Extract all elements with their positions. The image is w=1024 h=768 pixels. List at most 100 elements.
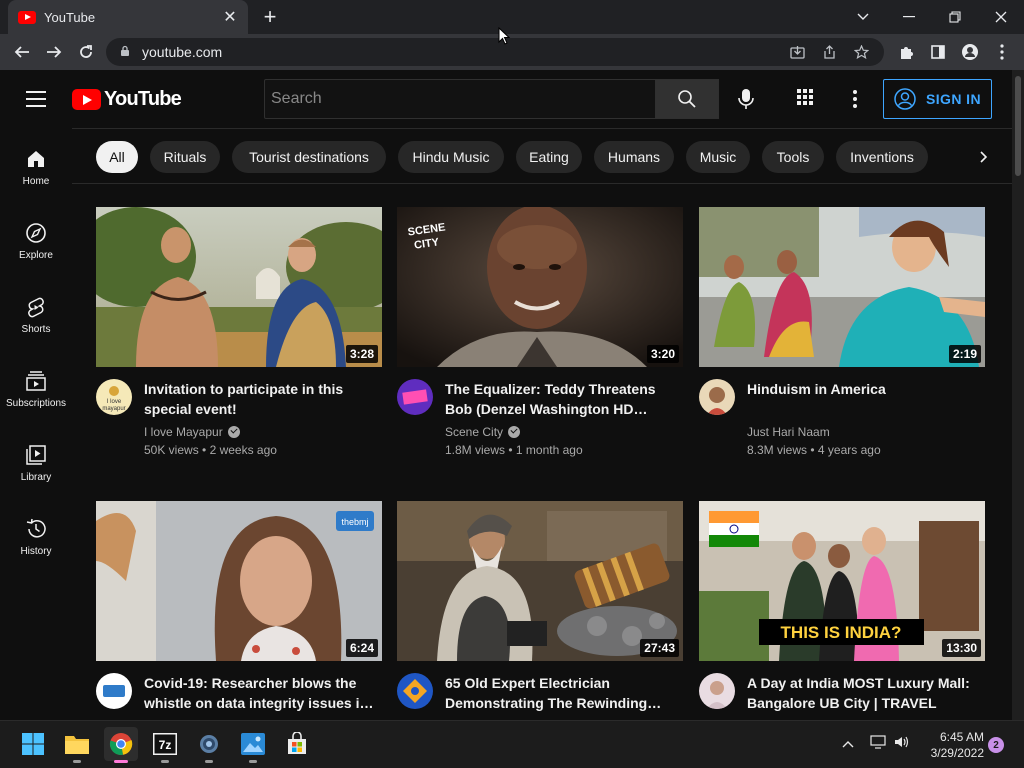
chip-humans[interactable]: Humans: [594, 141, 674, 173]
sidebar-item-shorts[interactable]: Shorts: [0, 276, 72, 350]
sidebar-item-subscriptions[interactable]: Subscriptions: [0, 350, 72, 424]
video-stats: 8.3M views • 4 years ago: [747, 443, 881, 457]
video-thumbnail[interactable]: thebmj 6:24: [96, 501, 382, 661]
voice-search-mic-icon[interactable]: [730, 83, 762, 115]
search-input[interactable]: [271, 90, 655, 108]
minimize-icon[interactable]: [886, 0, 932, 34]
lock-icon: [120, 45, 130, 60]
bookmark-star-icon[interactable]: [850, 42, 872, 62]
seven-zip-label: 7z: [159, 738, 172, 752]
windows-taskbar: 7z 6:45 AM 3/29/2022 2: [0, 720, 1024, 768]
video-title[interactable]: 65 Old Expert Electrician Demonstrating …: [445, 673, 679, 713]
channel-name[interactable]: Scene City: [445, 425, 503, 439]
file-explorer-app[interactable]: [60, 727, 94, 763]
chip-scroll-right-chevron-icon[interactable]: [968, 141, 1000, 173]
user-circle-icon: [894, 88, 916, 110]
tab-search-chevron-icon[interactable]: [840, 0, 886, 34]
screen: YouTube ✕ + youtube.com YouTube Search S…: [0, 0, 1024, 768]
new-tab-plus-icon[interactable]: +: [258, 4, 282, 30]
notification-badge[interactable]: 2: [988, 737, 1004, 753]
video-title[interactable]: Covid-19: Researcher blows the whistle o…: [144, 673, 378, 713]
forward-arrow-icon[interactable]: [38, 36, 70, 68]
library-icon: [26, 445, 46, 465]
video-duration: 13:30: [942, 639, 981, 657]
sidebar-item-explore[interactable]: Explore: [0, 202, 72, 276]
tray-overflow-chevron-icon[interactable]: [842, 735, 854, 751]
video-thumbnail[interactable]: 3:28: [96, 207, 382, 367]
page-scrollbar[interactable]: [1012, 70, 1024, 720]
video-title[interactable]: A Day at India MOST Luxury Mall: Bangalo…: [747, 673, 981, 713]
video-card[interactable]: thebmj 6:24 Covid-19: Researcher blows t…: [96, 501, 382, 720]
chip-eating[interactable]: Eating: [516, 141, 582, 173]
video-thumbnail[interactable]: THIS IS INDIA? 13:30: [699, 501, 985, 661]
search-button[interactable]: [655, 79, 719, 119]
back-arrow-icon[interactable]: [6, 36, 38, 68]
channel-avatar[interactable]: [699, 379, 735, 415]
video-duration: 3:28: [345, 345, 378, 363]
browser-tab-youtube[interactable]: YouTube ✕: [8, 0, 248, 34]
sidebar-item-history[interactable]: History: [0, 498, 72, 572]
browser-tab-strip: YouTube ✕ +: [0, 0, 1024, 34]
search-box[interactable]: [264, 79, 656, 119]
sidebar-item-label: Library: [20, 472, 52, 483]
scrollbar-thumb[interactable]: [1015, 76, 1021, 176]
video-card[interactable]: THIS IS INDIA? 13:30 A Day at India MOST…: [699, 501, 985, 720]
microsoft-store-app[interactable]: [280, 727, 314, 761]
channel-avatar[interactable]: I love mayapur: [96, 379, 132, 415]
chip-hindu-music[interactable]: Hindu Music: [398, 141, 504, 173]
settings-app[interactable]: [192, 727, 226, 763]
channel-avatar[interactable]: [96, 673, 132, 709]
extensions-puzzle-icon[interactable]: [892, 36, 920, 68]
video-title[interactable]: Hinduism in America: [747, 379, 981, 399]
video-thumbnail[interactable]: SCENE CITY 3:20: [397, 207, 683, 367]
volume-speaker-icon[interactable]: [894, 735, 910, 752]
video-card[interactable]: SCENE CITY 3:20 The Equalizer: Teddy Thr…: [397, 207, 683, 457]
video-card[interactable]: 2:19 Hinduism in America Just Hari Naam …: [699, 207, 985, 457]
video-card[interactable]: 27:43 65 Old Expert Electrician Demonstr…: [397, 501, 683, 720]
sign-in-button[interactable]: SIGN IN: [883, 79, 992, 119]
video-thumbnail[interactable]: 2:19: [699, 207, 985, 367]
chip-rituals[interactable]: Rituals: [150, 141, 220, 173]
channel-name[interactable]: I love Mayapur: [144, 425, 223, 439]
subscriptions-icon: [26, 371, 46, 391]
chip-tools[interactable]: Tools: [762, 141, 824, 173]
start-button[interactable]: [16, 727, 50, 761]
network-monitor-icon[interactable]: [870, 735, 886, 752]
video-title[interactable]: The Equalizer: Teddy Threatens Bob (Denz…: [445, 379, 679, 419]
profile-avatar-icon[interactable]: [956, 36, 984, 68]
search-icon: [678, 90, 696, 108]
window-close-icon[interactable]: [978, 0, 1024, 34]
channel-avatar[interactable]: [699, 673, 735, 709]
install-app-icon[interactable]: [786, 42, 808, 62]
video-title[interactable]: Invitation to participate in this specia…: [144, 379, 378, 419]
sidebar-item-home[interactable]: Home: [0, 128, 72, 202]
restore-icon[interactable]: [932, 0, 978, 34]
video-stats: 50K views • 2 weeks ago: [144, 443, 277, 457]
side-panel-icon[interactable]: [924, 36, 952, 68]
tab-close-icon[interactable]: ✕: [222, 7, 238, 27]
channel-name[interactable]: Just Hari Naam: [747, 425, 830, 439]
channel-avatar[interactable]: [397, 379, 433, 415]
reload-icon[interactable]: [70, 36, 102, 68]
channel-avatar[interactable]: [397, 673, 433, 709]
system-clock[interactable]: 6:45 AM 3/29/2022: [920, 729, 984, 761]
address-bar[interactable]: youtube.com: [106, 38, 884, 66]
sidebar-item-label: Subscriptions: [5, 398, 67, 409]
chip-all[interactable]: All: [96, 141, 138, 173]
share-icon[interactable]: [818, 42, 840, 62]
hamburger-menu-icon[interactable]: [26, 91, 46, 107]
video-thumbnail[interactable]: 27:43: [397, 501, 683, 661]
chip-tourist-destinations[interactable]: Tourist destinations: [232, 141, 386, 173]
youtube-logo[interactable]: YouTube: [72, 88, 182, 111]
video-card[interactable]: 3:28 I love mayapur Invitation to partic…: [96, 207, 382, 457]
chip-music[interactable]: Music: [686, 141, 750, 173]
video-duration: 2:19: [948, 345, 981, 363]
settings-kebab-icon[interactable]: [843, 87, 867, 111]
chrome-app[interactable]: [104, 727, 138, 763]
chip-inventions[interactable]: Inventions: [836, 141, 928, 173]
apps-grid-icon[interactable]: [795, 87, 819, 111]
browser-menu-icon[interactable]: [988, 36, 1016, 68]
sidebar-item-library[interactable]: Library: [0, 424, 72, 498]
seven-zip-app[interactable]: 7z: [148, 727, 182, 763]
photos-app[interactable]: [236, 727, 270, 763]
